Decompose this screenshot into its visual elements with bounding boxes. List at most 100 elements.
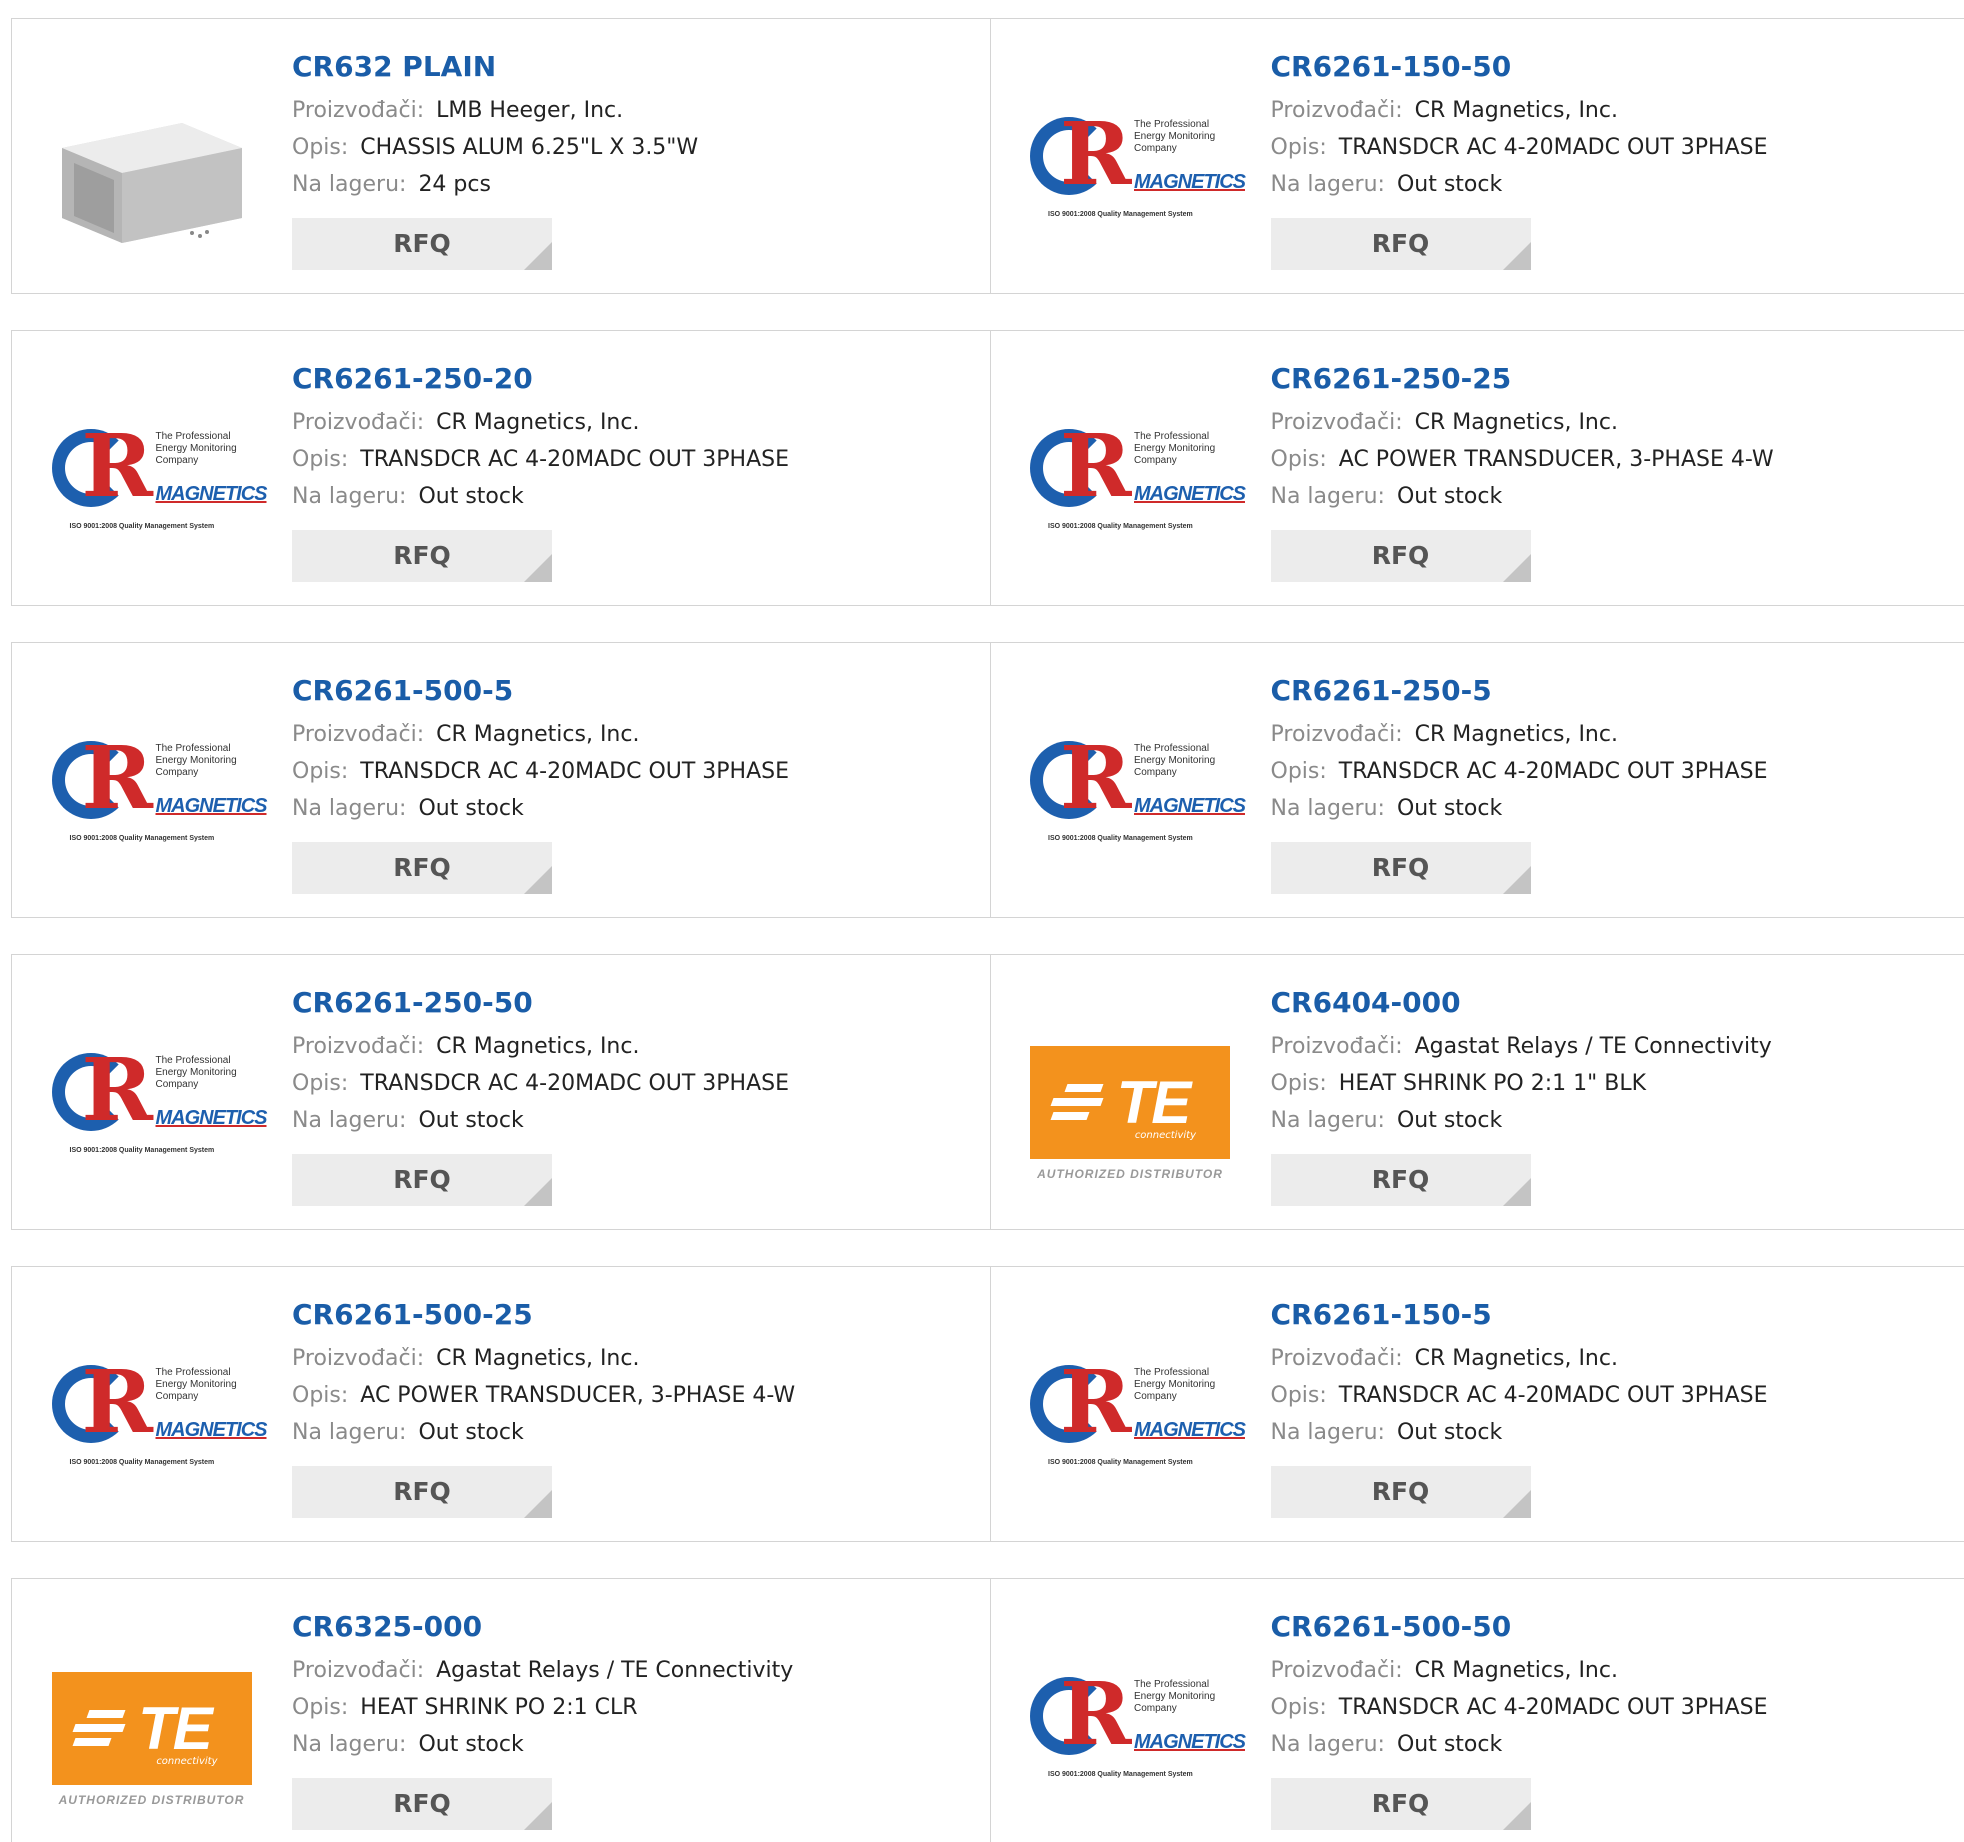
product-row: TE connectivity AUTHORIZED DISTRIBUTOR C… (11, 1578, 1964, 1842)
product-thumbnail[interactable]: R The Professional Energy Monitoring Com… (51, 1003, 252, 1204)
description-label: Opis: (292, 759, 348, 784)
manufacturer-line: Proizvođači: CR Magnetics, Inc. (1271, 716, 1768, 753)
description-line: Opis: HEAT SHRINK PO 2:1 1" BLK (1271, 1065, 1772, 1102)
rfq-button[interactable]: RFQ (1271, 1466, 1531, 1518)
rfq-label: RFQ (393, 853, 451, 882)
product-thumbnail[interactable]: R The Professional Energy Monitoring Com… (1030, 379, 1231, 580)
part-number-link[interactable]: CR6261-150-5 (1271, 1297, 1768, 1333)
part-number-link[interactable]: CR632 PLAIN (292, 49, 698, 85)
stock-label: Na lageru: (1271, 484, 1385, 509)
product-thumbnail[interactable]: R The Professional Energy Monitoring Com… (1030, 67, 1231, 268)
stock-line: Na lageru:Out stock (1271, 478, 1774, 515)
product-thumbnail[interactable]: R The Professional Energy Monitoring Com… (51, 691, 252, 892)
description-value: TRANSDCR AC 4-20MADC OUT 3PHASE (360, 1071, 789, 1096)
stock-value: Out stock (418, 796, 523, 821)
rfq-button[interactable]: RFQ (292, 530, 552, 582)
product-info: CR6261-250-25Proizvođači:CR Magnetics, I… (1271, 361, 1774, 515)
manufacturer-value: CR Magnetics, Inc. (1415, 722, 1618, 747)
product-card: TE connectivity AUTHORIZED DISTRIBUTOR C… (12, 1579, 990, 1842)
stock-value: Out stock (418, 1420, 523, 1445)
manufacturer-label: Proizvođači: (292, 1346, 424, 1371)
corner-triangle-icon (524, 242, 552, 270)
stock-value: Out stock (418, 484, 523, 509)
product-thumbnail[interactable]: R The Professional Energy Monitoring Com… (1030, 1315, 1231, 1516)
description-label: Opis: (292, 1695, 348, 1720)
product-row: R The Professional Energy Monitoring Com… (11, 642, 1964, 918)
part-number-link[interactable]: CR6261-250-20 (292, 361, 789, 397)
manufacturer-line: Proizvođači:Agastat Relays / TE Connecti… (292, 1652, 793, 1689)
rfq-button[interactable]: RFQ (1271, 1778, 1531, 1830)
stock-label: Na lageru: (292, 1420, 406, 1445)
rfq-button[interactable]: RFQ (292, 1778, 552, 1830)
part-number-link[interactable]: CR6261-250-25 (1271, 361, 1774, 397)
part-number-link[interactable]: CR6261-250-5 (1271, 673, 1768, 709)
rfq-label: RFQ (1372, 853, 1430, 882)
product-thumbnail[interactable]: R The Professional Energy Monitoring Com… (51, 1315, 252, 1516)
rfq-button[interactable]: RFQ (1271, 530, 1531, 582)
stock-value: Out stock (1397, 1732, 1502, 1757)
part-number-link[interactable]: CR6261-150-50 (1271, 49, 1768, 85)
manufacturer-label: Proizvođači: (1271, 98, 1403, 123)
stock-label: Na lageru: (1271, 1420, 1385, 1445)
cr-magnetics-logo: R The Professional Energy Monitoring Com… (1030, 425, 1230, 535)
product-thumbnail[interactable]: R The Professional Energy Monitoring Com… (1030, 1627, 1231, 1828)
product-thumbnail[interactable]: R The Professional Energy Monitoring Com… (51, 379, 252, 580)
product-card: R The Professional Energy Monitoring Com… (12, 1267, 990, 1541)
product-info: CR6261-150-5Proizvođači:CR Magnetics, In… (1271, 1297, 1768, 1451)
manufacturer-label: Proizvođači: (1271, 722, 1403, 747)
te-connectivity-logo: TE connectivity AUTHORIZED DISTRIBUTOR (1030, 1046, 1230, 1181)
product-thumbnail[interactable]: TE connectivity AUTHORIZED DISTRIBUTOR (1030, 1013, 1231, 1214)
description-value: TRANSDCR AC 4-20MADC OUT 3PHASE (1339, 1695, 1768, 1720)
stock-line: Na lageru:Out stock (292, 1102, 789, 1139)
te-connectivity-logo: TE connectivity AUTHORIZED DISTRIBUTOR (52, 1672, 252, 1807)
description-label: Opis: (1271, 759, 1327, 784)
product-info: CR6325-000 Proizvođači:Agastat Relays / T… (292, 1609, 793, 1763)
product-card: TE connectivity AUTHORIZED DISTRIBUTOR C… (990, 955, 1964, 1229)
product-thumbnail[interactable] (51, 67, 252, 268)
stock-line: Na lageru:Out stock (1271, 1414, 1768, 1451)
product-thumbnail[interactable]: TE connectivity AUTHORIZED DISTRIBUTOR (51, 1639, 252, 1840)
description-value: TRANSDCR AC 4-20MADC OUT 3PHASE (1339, 1383, 1768, 1408)
description-label: Opis: (1271, 1695, 1327, 1720)
rfq-button[interactable]: RFQ (292, 1154, 552, 1206)
product-card: CR632 PLAINProizvođači:LMB Heeger, Inc.O… (12, 19, 990, 293)
manufacturer-value: CR Magnetics, Inc. (436, 1034, 639, 1059)
corner-triangle-icon (524, 1490, 552, 1518)
product-info: CR6261-150-50 Proizvođači:CR Magnetics, I… (1271, 49, 1768, 203)
product-card: R The Professional Energy Monitoring Com… (990, 19, 1964, 293)
rfq-button[interactable]: RFQ (1271, 1154, 1531, 1206)
rfq-button[interactable]: RFQ (292, 842, 552, 894)
description-line: Opis:AC POWER TRANSDUCER, 3-PHASE 4-W (1271, 441, 1774, 478)
rfq-label: RFQ (393, 229, 451, 258)
description-value: HEAT SHRINK PO 2:1 1" BLK (1339, 1071, 1646, 1096)
stock-label: Na lageru: (292, 172, 406, 197)
description-label: Opis: (1271, 1071, 1327, 1096)
corner-triangle-icon (524, 1178, 552, 1206)
description-value: TRANSDCR AC 4-20MADC OUT 3PHASE (360, 759, 789, 784)
manufacturer-line: Proizvođači:Agastat Relays / TE Connecti… (1271, 1028, 1772, 1065)
part-number-link[interactable]: CR6261-500-25 (292, 1297, 795, 1333)
rfq-button[interactable]: RFQ (292, 218, 552, 270)
stock-value: Out stock (1397, 1108, 1502, 1133)
stock-label: Na lageru: (292, 484, 406, 509)
stock-value: Out stock (418, 1108, 523, 1133)
stock-value: 24 pcs (418, 172, 491, 197)
part-number-link[interactable]: CR6404-000 (1271, 985, 1772, 1021)
stock-label: Na lageru: (1271, 1732, 1385, 1757)
stock-value: Out stock (1397, 796, 1502, 821)
part-number-link[interactable]: CR6261-500-5 (292, 673, 789, 709)
part-number-link[interactable]: CR6325-000 (292, 1609, 793, 1645)
rfq-button[interactable]: RFQ (1271, 218, 1531, 270)
product-thumbnail[interactable]: R The Professional Energy Monitoring Com… (1030, 691, 1231, 892)
rfq-button[interactable]: RFQ (292, 1466, 552, 1518)
part-number-link[interactable]: CR6261-250-50 (292, 985, 789, 1021)
part-number-link[interactable]: CR6261-500-50 (1271, 1609, 1768, 1645)
corner-triangle-icon (524, 1802, 552, 1830)
rfq-button[interactable]: RFQ (1271, 842, 1531, 894)
cr-magnetics-logo: R The Professional Energy Monitoring Com… (1030, 1361, 1230, 1471)
cr-magnetics-logo: R The Professional Energy Monitoring Com… (52, 1361, 252, 1471)
corner-triangle-icon (1503, 554, 1531, 582)
manufacturer-line: Proizvođači:LMB Heeger, Inc. (292, 92, 698, 129)
description-value: TRANSDCR AC 4-20MADC OUT 3PHASE (1339, 135, 1768, 160)
manufacturer-line: Proizvođači:CR Magnetics, Inc. (1271, 92, 1768, 129)
